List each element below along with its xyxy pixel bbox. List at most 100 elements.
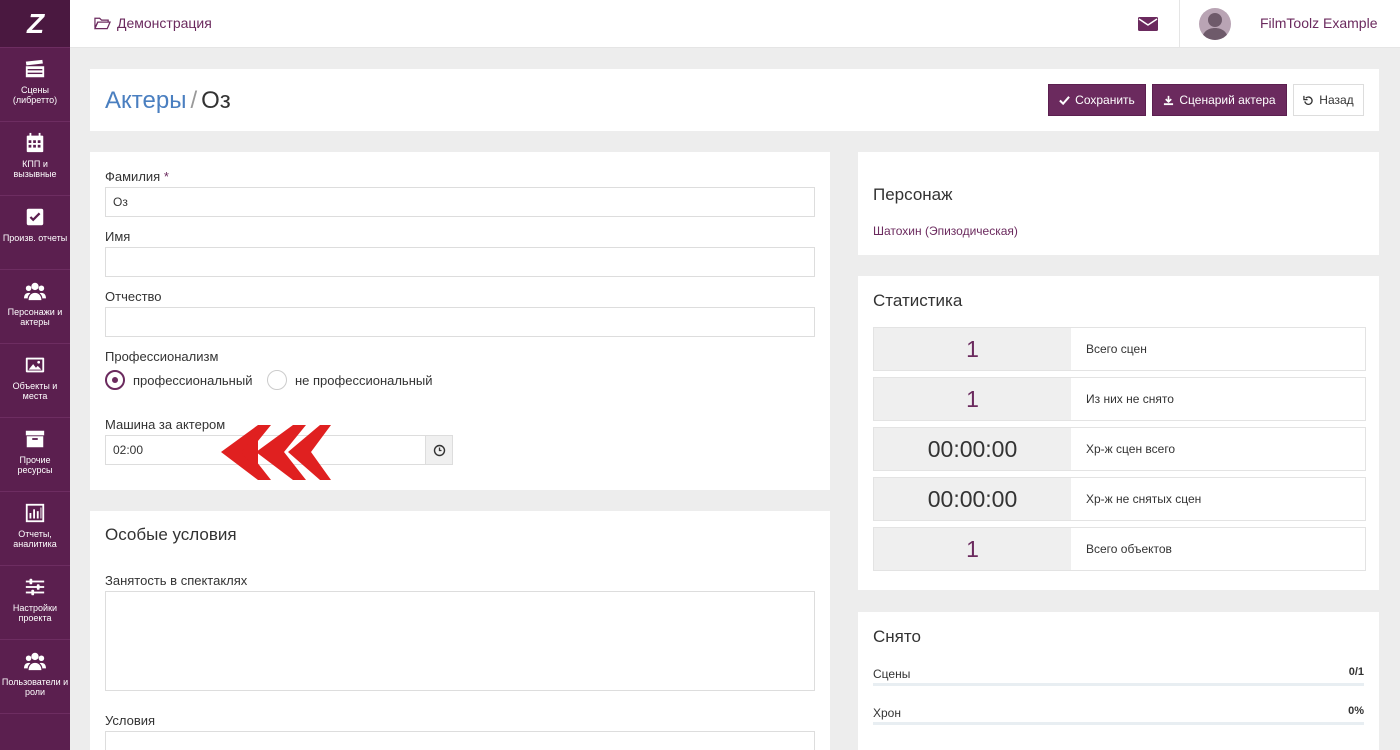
stat-label: Хр-ж не снятых сцен bbox=[1086, 492, 1202, 506]
sidebar-item-scenes[interactable]: Сцены (либретто) bbox=[0, 48, 70, 122]
radio-professional-label: профессиональный bbox=[133, 372, 253, 388]
sidebar-item-resources[interactable]: Прочие ресурсы bbox=[0, 418, 70, 492]
shot-title: Снято bbox=[873, 627, 921, 646]
archive-icon bbox=[25, 430, 45, 448]
stat-row: 00:00:00 Хр-ж сцен всего bbox=[873, 427, 1366, 471]
breadcrumb-actors-link[interactable]: Актеры bbox=[105, 87, 186, 114]
calendar-icon bbox=[26, 132, 44, 153]
sidebar-item-analytics[interactable]: Отчеты, аналитика bbox=[0, 492, 70, 566]
app-logo[interactable]: Z bbox=[0, 0, 70, 48]
users-icon bbox=[24, 282, 46, 301]
stat-row: 1 Всего объектов bbox=[873, 527, 1366, 571]
project-name: Демонстрация bbox=[117, 15, 212, 31]
character-title: Персонаж bbox=[873, 185, 953, 204]
clapperboard-icon bbox=[25, 59, 45, 78]
project-breadcrumb[interactable]: Демонстрация bbox=[94, 15, 212, 31]
statistics-card: Статистика 1 Всего сцен 1 Из них не снят… bbox=[858, 276, 1379, 590]
sidebar-item-characters[interactable]: Персонажи и актеры bbox=[0, 270, 70, 344]
progress-track bbox=[873, 683, 1364, 686]
radio-nonprofessional-label: не профессиональный bbox=[295, 372, 433, 388]
progress-track bbox=[873, 722, 1364, 725]
sliders-icon bbox=[25, 578, 45, 596]
radio-professional[interactable]: профессиональный bbox=[105, 370, 252, 390]
sidebar-item-objects[interactable]: Объекты и места bbox=[0, 344, 70, 418]
character-link[interactable]: Шатохин (Эпизодическая) bbox=[873, 224, 1018, 238]
progress-label: Сцены bbox=[873, 667, 911, 681]
stat-row: 1 Всего сцен bbox=[873, 327, 1366, 371]
sidebar-item-users[interactable]: Пользователи и роли bbox=[0, 640, 70, 714]
actor-script-button-label: Сценарий актера bbox=[1179, 93, 1276, 107]
surname-label: Фамилия * bbox=[105, 169, 169, 184]
stat-value: 1 bbox=[874, 328, 1071, 370]
clock-button[interactable] bbox=[425, 435, 453, 465]
bar-chart-icon bbox=[25, 503, 45, 523]
actor-form-card: Фамилия * Имя Отчество Профессионализм п… bbox=[90, 152, 830, 490]
sidebar-item-label: Пользователи и роли bbox=[1, 677, 69, 697]
name-input[interactable] bbox=[105, 247, 815, 277]
stat-label: Всего объектов bbox=[1086, 542, 1172, 556]
sidebar-item-label: Прочие ресурсы bbox=[17, 455, 53, 475]
progress-value: 0/1 bbox=[1348, 666, 1364, 678]
theatre-label: Занятость в спектаклях bbox=[105, 573, 248, 588]
checkbox-icon bbox=[26, 208, 44, 226]
stat-value: 1 bbox=[874, 528, 1071, 570]
back-button[interactable]: Назад bbox=[1293, 84, 1364, 116]
sidebar-item-kpp[interactable]: КПП и вызывные bbox=[0, 122, 70, 196]
sidebar-item-label: Произв. отчеты bbox=[2, 233, 68, 243]
professionalism-label: Профессионализм bbox=[105, 349, 219, 364]
user-silhouette-icon bbox=[1202, 13, 1228, 40]
surname-label-text: Фамилия bbox=[105, 169, 161, 184]
radio-nonprofessional-circle[interactable] bbox=[267, 370, 287, 390]
user-group-icon bbox=[24, 652, 46, 671]
sidebar-item-settings[interactable]: Настройки проекта bbox=[0, 566, 70, 640]
stat-value: 00:00:00 bbox=[874, 478, 1071, 520]
user-name[interactable]: FilmToolz Example bbox=[1260, 15, 1377, 31]
patronymic-input[interactable] bbox=[105, 307, 815, 337]
patronymic-label: Отчество bbox=[105, 289, 162, 304]
header-card: Актеры / Оз Сохранить Сценарий актера Наза… bbox=[90, 69, 1379, 131]
topbar: Демонстрация FilmToolz Example bbox=[70, 0, 1400, 48]
stat-label: Хр-ж сцен всего bbox=[1086, 442, 1176, 456]
progress-value: 0% bbox=[1348, 705, 1364, 717]
download-icon bbox=[1164, 95, 1174, 105]
car-label: Машина за актером bbox=[105, 417, 226, 432]
character-card: Персонаж Шатохин (Эпизодическая) bbox=[858, 152, 1379, 255]
shot-card: Снято Сцены 0/1 Хрон 0% bbox=[858, 612, 1379, 750]
stat-label: Всего сцен bbox=[1086, 342, 1147, 356]
breadcrumb-current: Оз bbox=[201, 87, 231, 114]
conditions-label: Условия bbox=[105, 713, 156, 728]
folder-open-icon bbox=[94, 17, 111, 30]
stat-label: Из них не снято bbox=[1086, 392, 1174, 406]
sidebar-item-label: Настройки проекта bbox=[12, 603, 58, 623]
special-conditions-card: Особые условия Занятость в спектаклях Ус… bbox=[90, 511, 830, 750]
stat-value: 1 bbox=[874, 378, 1071, 420]
back-button-label: Назад bbox=[1319, 93, 1354, 107]
envelope-icon[interactable] bbox=[1138, 16, 1158, 32]
sidebar-item-reports[interactable]: Произв. отчеты bbox=[0, 196, 70, 270]
avatar[interactable] bbox=[1199, 8, 1231, 40]
theatre-textarea[interactable] bbox=[105, 591, 815, 691]
radio-professional-circle[interactable] bbox=[105, 370, 125, 390]
sidebar-item-label: Отчеты, аналитика bbox=[13, 529, 57, 549]
conditions-textarea[interactable] bbox=[105, 731, 815, 750]
stat-row: 1 Из них не снято bbox=[873, 377, 1366, 421]
progress-label: Хрон bbox=[873, 706, 901, 720]
sidebar-item-label: Персонажи и актеры bbox=[7, 307, 63, 327]
statistics-title: Статистика bbox=[873, 291, 963, 310]
actor-script-button[interactable]: Сценарий актера bbox=[1152, 84, 1287, 116]
logo-letter: Z bbox=[26, 7, 44, 39]
stat-value: 00:00:00 bbox=[874, 428, 1071, 470]
save-button[interactable]: Сохранить bbox=[1048, 84, 1146, 116]
sidebar: Z Сцены (либретто) КПП и вызывные Произв… bbox=[0, 0, 70, 750]
image-icon bbox=[25, 357, 45, 373]
radio-nonprofessional[interactable]: не профессиональный bbox=[267, 370, 433, 390]
topbar-divider bbox=[1179, 0, 1180, 48]
surname-input[interactable] bbox=[105, 187, 815, 217]
stat-row: 00:00:00 Хр-ж не снятых сцен bbox=[873, 477, 1366, 521]
clock-icon bbox=[433, 444, 445, 456]
undo-icon bbox=[1303, 95, 1314, 105]
page-title: Актеры / Оз bbox=[105, 87, 231, 115]
pointer-arrows-icon bbox=[221, 425, 331, 480]
sidebar-item-label: Объекты и места bbox=[12, 381, 58, 401]
sidebar-item-label: Сцены (либретто) bbox=[12, 85, 58, 105]
